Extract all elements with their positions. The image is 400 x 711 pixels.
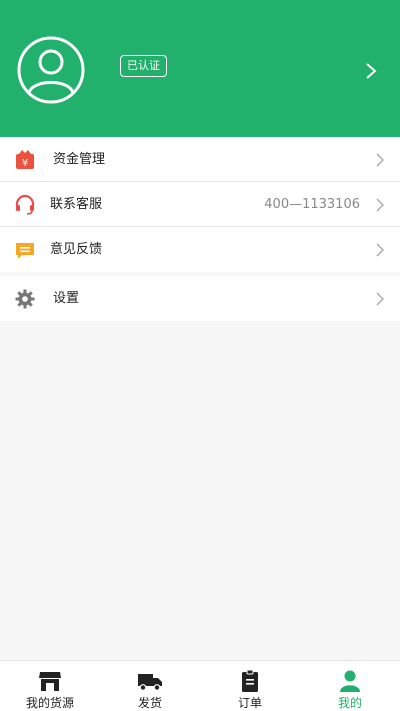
tab-label: 我的	[337, 696, 362, 710]
clipboard-icon	[242, 670, 258, 692]
user-icon	[340, 670, 360, 692]
tab-label: 我的货源	[25, 696, 74, 710]
verified-badge: 已认证	[120, 55, 167, 77]
avatar-icon[interactable]	[12, 35, 90, 105]
tab-ship[interactable]: 发货	[100, 661, 200, 711]
tab-label: 发货	[137, 696, 162, 710]
gear-icon	[15, 289, 35, 309]
tab-mine[interactable]: 我的	[300, 661, 400, 711]
store-icon	[39, 672, 61, 691]
menu-label-settings: 设置	[53, 291, 80, 306]
message-icon	[16, 243, 34, 259]
menu-item-feedback[interactable]: 意见反馈	[0, 227, 400, 272]
tab-my-cargo[interactable]: 我的货源	[0, 661, 100, 711]
chevron-right-icon[interactable]	[364, 62, 378, 80]
menu-item-funds[interactable]: ¥ 资金管理	[0, 137, 400, 182]
yuan-wallet-icon: ¥	[16, 150, 34, 169]
menu-group-main: ¥ 资金管理 联系客服 400—1133106 意见反馈	[0, 137, 400, 272]
bottom-tab-bar: 我的货源 发货 订单 我的	[0, 660, 400, 711]
menu-label-support: 联系客服	[50, 197, 103, 212]
menu-item-support[interactable]: 联系客服 400—1133106	[0, 182, 400, 227]
tab-orders[interactable]: 订单	[200, 661, 300, 711]
menu-label-feedback: 意见反馈	[50, 242, 103, 257]
support-phone-number[interactable]: 400—1133106	[264, 182, 360, 227]
menu-item-settings[interactable]: 设置	[0, 276, 400, 321]
truck-icon	[138, 674, 162, 691]
headset-icon	[15, 194, 35, 215]
svg-text:¥: ¥	[22, 158, 28, 169]
tab-label: 订单	[237, 696, 262, 710]
profile-header[interactable]: 已认证	[0, 0, 400, 137]
chevron-right-icon	[376, 243, 385, 257]
chevron-right-icon	[376, 292, 385, 306]
menu-label-funds: 资金管理	[53, 152, 106, 167]
chevron-right-icon	[376, 153, 385, 167]
chevron-right-icon	[376, 198, 385, 212]
menu-group-settings: 设置	[0, 276, 400, 321]
